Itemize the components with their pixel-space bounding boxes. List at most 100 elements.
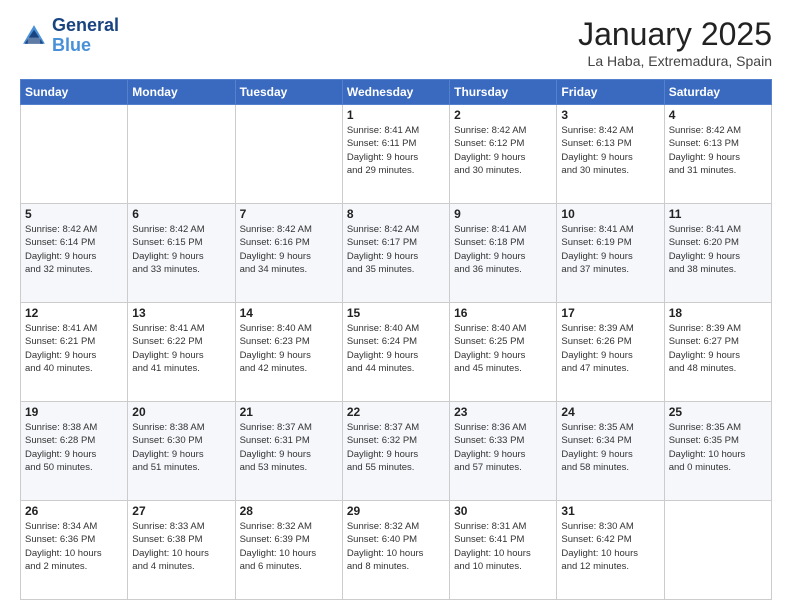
day-number: 13 (132, 306, 230, 320)
day-info: Sunrise: 8:37 AM Sunset: 6:32 PM Dayligh… (347, 421, 445, 474)
day-info: Sunrise: 8:32 AM Sunset: 6:40 PM Dayligh… (347, 520, 445, 573)
day-info: Sunrise: 8:31 AM Sunset: 6:41 PM Dayligh… (454, 520, 552, 573)
calendar-cell (664, 501, 771, 600)
calendar-cell: 9 Sunrise: 8:41 AM Sunset: 6:18 PM Daylig… (450, 204, 557, 303)
page: General Blue January 2025 La Haba, Extre… (0, 0, 792, 612)
day-number: 20 (132, 405, 230, 419)
calendar-cell: 8 Sunrise: 8:42 AM Sunset: 6:17 PM Daylig… (342, 204, 449, 303)
day-number: 2 (454, 108, 552, 122)
day-info: Sunrise: 8:38 AM Sunset: 6:28 PM Dayligh… (25, 421, 123, 474)
day-info: Sunrise: 8:35 AM Sunset: 6:35 PM Dayligh… (669, 421, 767, 474)
calendar-cell: 3 Sunrise: 8:42 AM Sunset: 6:13 PM Daylig… (557, 105, 664, 204)
calendar-header-sunday: Sunday (21, 80, 128, 105)
calendar-cell: 18 Sunrise: 8:39 AM Sunset: 6:27 PM Dayli… (664, 303, 771, 402)
day-number: 26 (25, 504, 123, 518)
day-number: 8 (347, 207, 445, 221)
day-number: 21 (240, 405, 338, 419)
day-info: Sunrise: 8:38 AM Sunset: 6:30 PM Dayligh… (132, 421, 230, 474)
day-info: Sunrise: 8:39 AM Sunset: 6:27 PM Dayligh… (669, 322, 767, 375)
calendar-cell: 19 Sunrise: 8:38 AM Sunset: 6:28 PM Dayli… (21, 402, 128, 501)
day-info: Sunrise: 8:30 AM Sunset: 6:42 PM Dayligh… (561, 520, 659, 573)
calendar-cell (21, 105, 128, 204)
calendar-header-saturday: Saturday (664, 80, 771, 105)
calendar-cell: 17 Sunrise: 8:39 AM Sunset: 6:26 PM Dayli… (557, 303, 664, 402)
day-number: 3 (561, 108, 659, 122)
calendar-week-row: 5 Sunrise: 8:42 AM Sunset: 6:14 PM Daylig… (21, 204, 772, 303)
day-number: 31 (561, 504, 659, 518)
calendar-cell: 6Sunrise: 8:42 AM Sunset: 6:15 PM Daylig… (128, 204, 235, 303)
day-number: 27 (132, 504, 230, 518)
calendar-week-row: 12 Sunrise: 8:41 AM Sunset: 6:21 PM Dayli… (21, 303, 772, 402)
day-number: 12 (25, 306, 123, 320)
day-number: 14 (240, 306, 338, 320)
day-number: 29 (347, 504, 445, 518)
calendar-header-row: SundayMondayTuesdayWednesdayThursdayFrid… (21, 80, 772, 105)
day-info: Sunrise: 8:34 AM Sunset: 6:36 PM Dayligh… (25, 520, 123, 573)
location: La Haba, Extremadura, Spain (578, 53, 772, 69)
day-info: Sunrise: 8:42 AM Sunset: 6:17 PM Dayligh… (347, 223, 445, 276)
calendar-cell: 29 Sunrise: 8:32 AM Sunset: 6:40 PM Dayli… (342, 501, 449, 600)
day-info: Sunrise: 8:42 AM Sunset: 6:15 PM Dayligh… (132, 223, 230, 276)
calendar-week-row: 26 Sunrise: 8:34 AM Sunset: 6:36 PM Dayli… (21, 501, 772, 600)
calendar-cell: 28Sunrise: 8:32 AM Sunset: 6:39 PM Dayli… (235, 501, 342, 600)
calendar-header-thursday: Thursday (450, 80, 557, 105)
day-info: Sunrise: 8:40 AM Sunset: 6:23 PM Dayligh… (240, 322, 338, 375)
day-info: Sunrise: 8:41 AM Sunset: 6:21 PM Dayligh… (25, 322, 123, 375)
calendar-cell: 13Sunrise: 8:41 AM Sunset: 6:22 PM Dayli… (128, 303, 235, 402)
calendar-cell: 27Sunrise: 8:33 AM Sunset: 6:38 PM Dayli… (128, 501, 235, 600)
day-info: Sunrise: 8:41 AM Sunset: 6:11 PM Dayligh… (347, 124, 445, 177)
day-info: Sunrise: 8:39 AM Sunset: 6:26 PM Dayligh… (561, 322, 659, 375)
day-number: 22 (347, 405, 445, 419)
day-info: Sunrise: 8:42 AM Sunset: 6:13 PM Dayligh… (669, 124, 767, 177)
calendar-week-row: 19 Sunrise: 8:38 AM Sunset: 6:28 PM Dayli… (21, 402, 772, 501)
day-number: 5 (25, 207, 123, 221)
calendar-cell: 14 Sunrise: 8:40 AM Sunset: 6:23 PM Dayli… (235, 303, 342, 402)
calendar-cell: 21 Sunrise: 8:37 AM Sunset: 6:31 PM Dayli… (235, 402, 342, 501)
day-info: Sunrise: 8:37 AM Sunset: 6:31 PM Dayligh… (240, 421, 338, 474)
logo: General Blue (20, 16, 119, 56)
calendar-cell: 5 Sunrise: 8:42 AM Sunset: 6:14 PM Daylig… (21, 204, 128, 303)
day-number: 15 (347, 306, 445, 320)
calendar-cell: 12 Sunrise: 8:41 AM Sunset: 6:21 PM Dayli… (21, 303, 128, 402)
day-info: Sunrise: 8:41 AM Sunset: 6:18 PM Dayligh… (454, 223, 552, 276)
day-number: 28 (240, 504, 338, 518)
day-number: 25 (669, 405, 767, 419)
day-number: 30 (454, 504, 552, 518)
day-number: 10 (561, 207, 659, 221)
day-info: Sunrise: 8:42 AM Sunset: 6:14 PM Dayligh… (25, 223, 123, 276)
day-number: 16 (454, 306, 552, 320)
day-number: 17 (561, 306, 659, 320)
calendar-cell: 1 Sunrise: 8:41 AM Sunset: 6:11 PM Daylig… (342, 105, 449, 204)
calendar-cell: 7Sunrise: 8:42 AM Sunset: 6:16 PM Daylig… (235, 204, 342, 303)
calendar-cell: 31 Sunrise: 8:30 AM Sunset: 6:42 PM Dayli… (557, 501, 664, 600)
day-number: 18 (669, 306, 767, 320)
day-info: Sunrise: 8:40 AM Sunset: 6:25 PM Dayligh… (454, 322, 552, 375)
calendar-cell: 10 Sunrise: 8:41 AM Sunset: 6:19 PM Dayli… (557, 204, 664, 303)
day-info: Sunrise: 8:42 AM Sunset: 6:13 PM Dayligh… (561, 124, 659, 177)
calendar-cell: 23Sunrise: 8:36 AM Sunset: 6:33 PM Dayli… (450, 402, 557, 501)
month-title: January 2025 (578, 16, 772, 53)
day-number: 1 (347, 108, 445, 122)
calendar-header-monday: Monday (128, 80, 235, 105)
logo-text: General Blue (52, 16, 119, 56)
calendar-cell: 30 Sunrise: 8:31 AM Sunset: 6:41 PM Dayli… (450, 501, 557, 600)
calendar-cell: 2Sunrise: 8:42 AM Sunset: 6:12 PM Daylig… (450, 105, 557, 204)
calendar-cell: 25 Sunrise: 8:35 AM Sunset: 6:35 PM Dayli… (664, 402, 771, 501)
calendar-cell: 24Sunrise: 8:35 AM Sunset: 6:34 PM Dayli… (557, 402, 664, 501)
day-info: Sunrise: 8:41 AM Sunset: 6:19 PM Dayligh… (561, 223, 659, 276)
calendar-cell: 26 Sunrise: 8:34 AM Sunset: 6:36 PM Dayli… (21, 501, 128, 600)
calendar-cell: 4Sunrise: 8:42 AM Sunset: 6:13 PM Daylig… (664, 105, 771, 204)
day-number: 7 (240, 207, 338, 221)
calendar-header-wednesday: Wednesday (342, 80, 449, 105)
day-number: 11 (669, 207, 767, 221)
calendar-header-tuesday: Tuesday (235, 80, 342, 105)
day-info: Sunrise: 8:40 AM Sunset: 6:24 PM Dayligh… (347, 322, 445, 375)
calendar-cell (128, 105, 235, 204)
day-number: 23 (454, 405, 552, 419)
calendar-header-friday: Friday (557, 80, 664, 105)
calendar-cell: 15 Sunrise: 8:40 AM Sunset: 6:24 PM Dayli… (342, 303, 449, 402)
calendar-cell: 11 Sunrise: 8:41 AM Sunset: 6:20 PM Dayli… (664, 204, 771, 303)
day-info: Sunrise: 8:41 AM Sunset: 6:20 PM Dayligh… (669, 223, 767, 276)
day-number: 19 (25, 405, 123, 419)
day-number: 9 (454, 207, 552, 221)
